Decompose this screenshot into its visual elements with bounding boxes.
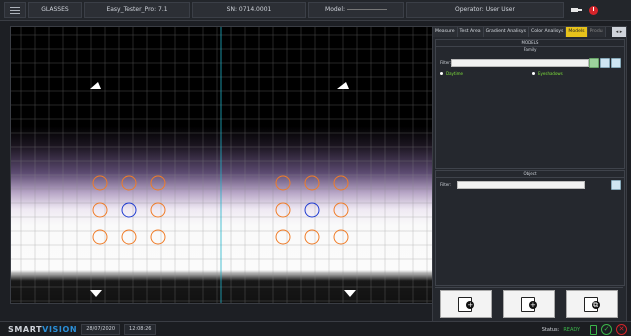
tab-scroll-arrows[interactable]: ◂ ▸ (612, 27, 626, 37)
edit-family-button[interactable] (600, 58, 610, 68)
status-label: Status: (541, 326, 560, 333)
status-value: READY (563, 326, 580, 333)
serial-number: SN: 0714.0001 (192, 2, 306, 18)
time-display: 12:08:26 (124, 323, 157, 335)
product-label: GLASSES (28, 2, 82, 18)
viewer-overlay (11, 27, 432, 303)
ok-check-icon[interactable]: ✓ (601, 324, 612, 335)
roi-circle[interactable] (121, 229, 137, 245)
add-object-button[interactable]: + (502, 290, 555, 318)
status-bar: SMARTVISION 28/07/2020 12:08:26 Status: … (0, 321, 631, 336)
usb-icon (570, 3, 584, 17)
tester-version: Easy_Tester_Pro: 7.1 (84, 2, 190, 18)
roi-circle[interactable] (275, 175, 291, 191)
radio-daytime[interactable]: Daytime (440, 71, 463, 76)
brand-logo: SMARTVISION (8, 324, 78, 334)
roi-circle[interactable] (150, 202, 166, 218)
frame-notch-left (90, 290, 102, 297)
status-area: Status: READY ✓ ✕ (542, 324, 627, 335)
family-filter-label: Filter: (440, 60, 452, 65)
models-title: MODELS (436, 40, 624, 47)
radio-eyeshadows-label: Eyeshadows (538, 71, 563, 76)
roi-circle[interactable] (304, 229, 320, 245)
add-family-button[interactable] (589, 58, 599, 68)
roi-circle[interactable] (333, 229, 349, 245)
settings-panel: Measure Test Area Gradient Analisys Colo… (432, 26, 627, 322)
family-filter-input[interactable] (451, 59, 589, 67)
radio-dot (440, 72, 443, 75)
object-section: Object Filter: (435, 170, 625, 286)
tab-products[interactable]: Produ (587, 27, 606, 37)
date-display: 28/07/2020 (81, 323, 121, 335)
roi-circle[interactable] (304, 175, 320, 191)
title-bar: GLASSES Easy_Tester_Pro: 7.1 SN: 0714.00… (0, 0, 631, 21)
tab-color-analisys[interactable]: Color Analisys (529, 27, 567, 37)
model-field: Model: (308, 2, 404, 18)
tab-gradient-analisys[interactable]: Gradient Analisys (483, 27, 529, 37)
roi-circle-center[interactable] (304, 202, 320, 218)
models-section: MODELS Family Filter: Daytime Eyeshadows (435, 39, 625, 169)
power-button[interactable] (586, 3, 600, 17)
camera-image-viewer[interactable] (10, 26, 433, 304)
roi-circle[interactable] (333, 202, 349, 218)
action-buttons: + + ⧉ (435, 287, 623, 320)
phone-icon[interactable] (590, 324, 597, 335)
roi-circle[interactable] (275, 229, 291, 245)
roi-circle[interactable] (121, 175, 137, 191)
model-label: Model: (325, 6, 346, 13)
tab-bar: Measure Test Area Gradient Analisys Colo… (433, 27, 626, 37)
family-title: Family (523, 47, 537, 52)
grid-overlay (11, 27, 432, 303)
radio-daytime-label: Daytime (446, 71, 463, 76)
roi-group-left (92, 175, 166, 245)
roi-circle[interactable] (150, 175, 166, 191)
hamburger-menu-button[interactable] (4, 2, 26, 18)
add-icon: + (528, 301, 537, 309)
operator-label: Operator: User User (406, 2, 564, 18)
lens-marker-left (90, 82, 101, 89)
frame-notch-right (344, 290, 356, 297)
roi-circle[interactable] (333, 175, 349, 191)
object-title: Object (436, 171, 624, 178)
power-icon (588, 5, 598, 15)
copy-object-button[interactable]: ⧉ (565, 290, 618, 318)
radio-eyeshadows[interactable]: Eyeshadows (532, 71, 563, 76)
copy-icon: ⧉ (591, 301, 600, 309)
add-icon: + (466, 301, 475, 309)
object-filter-input[interactable] (457, 181, 585, 189)
tab-models[interactable]: Models (566, 27, 588, 37)
roi-circle[interactable] (275, 202, 291, 218)
error-icon[interactable]: ✕ (616, 324, 627, 335)
add-model-button[interactable]: + (440, 290, 493, 318)
object-filter-label: Filter: (440, 182, 452, 187)
roi-circle[interactable] (150, 229, 166, 245)
roi-circle-center[interactable] (121, 202, 137, 218)
radio-dot (532, 72, 535, 75)
tab-test-area[interactable]: Test Area (457, 27, 484, 37)
refresh-object-button[interactable] (611, 180, 621, 190)
tab-measure[interactable]: Measure (433, 27, 458, 37)
refresh-family-button[interactable] (611, 58, 621, 68)
